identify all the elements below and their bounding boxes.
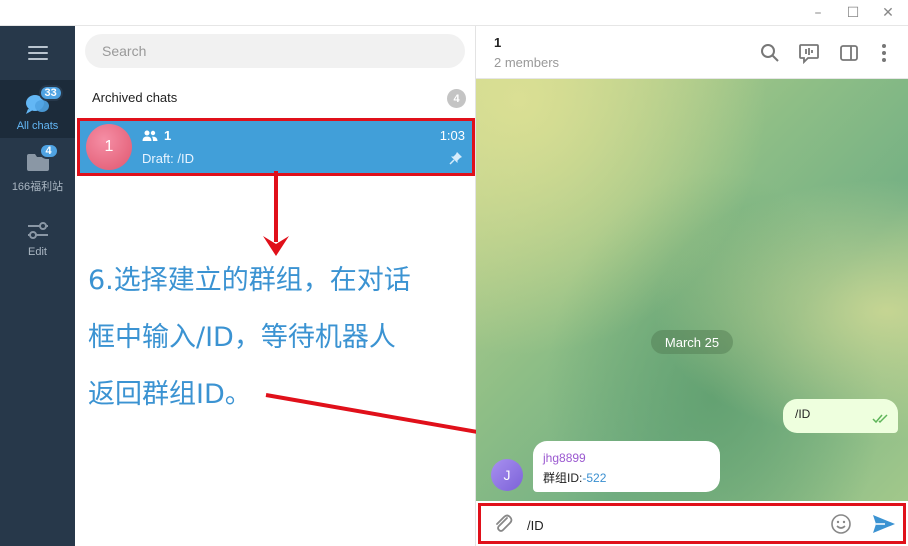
chat-time: 1:03	[439, 128, 465, 143]
window-titlebar: – ☐ ✕	[0, 0, 908, 26]
search-input[interactable]: Search	[85, 34, 465, 68]
double-check-icon	[872, 411, 890, 429]
annotation-line-1: 6.选择建立的群组，在对话	[88, 265, 411, 296]
conversation-title: 1	[494, 35, 502, 50]
attach-icon[interactable]	[491, 512, 515, 541]
folder-icon: 4	[25, 143, 59, 173]
archived-chats-row[interactable]: Archived chats 4	[75, 82, 476, 114]
archived-label: Archived chats	[92, 90, 178, 105]
minimize-button[interactable]: –	[803, 0, 833, 26]
folder-rail: 33 All chats 4 166福利站 Edit	[0, 26, 75, 546]
chat-draft-preview: Draft: /ID	[142, 151, 195, 166]
annotation-line-3: 返回群组ID。	[88, 379, 252, 410]
group-id-value: -522	[582, 471, 607, 485]
sliders-icon	[25, 219, 51, 241]
pin-icon	[449, 151, 463, 170]
sidebar-toggle-icon[interactable]	[838, 42, 860, 64]
date-separator: March 25	[651, 330, 733, 354]
more-options-icon[interactable]	[873, 42, 895, 64]
close-button[interactable]: ✕	[873, 0, 903, 26]
folder-label: Edit	[28, 246, 47, 258]
folder-label: All chats	[16, 120, 59, 132]
conversation-pane: 1 2 members March 25 /ID J jhg8899 群组ID:…	[476, 26, 908, 546]
member-count: 2 members	[494, 55, 560, 70]
archived-count-badge: 4	[447, 89, 466, 108]
maximize-button[interactable]: ☐	[838, 0, 868, 26]
incoming-message[interactable]: jhg8899 群组ID:-522	[533, 441, 720, 492]
outgoing-message[interactable]: /ID	[783, 399, 898, 433]
voice-chat-icon[interactable]	[798, 42, 820, 65]
folder-all-chats[interactable]: 33 All chats	[0, 80, 75, 138]
emoji-icon[interactable]	[829, 512, 853, 541]
group-icon	[142, 129, 158, 148]
folder-166[interactable]: 4 166福利站	[0, 142, 75, 200]
annotation-line-2: 框中输入/ID，等待机器人	[88, 322, 396, 353]
unread-badge: 33	[38, 85, 63, 101]
avatar: 1	[86, 124, 132, 170]
message-input[interactable]	[527, 516, 807, 534]
main-menu-button[interactable]	[0, 26, 75, 80]
chat-item-selected[interactable]: 1 1 1:03 Draft: /ID	[77, 118, 475, 176]
search-icon[interactable]	[759, 42, 781, 64]
chat-name: 1	[164, 128, 172, 143]
folder-edit[interactable]: Edit	[0, 206, 75, 264]
sender-name[interactable]: jhg8899	[543, 451, 586, 465]
hamburger-icon	[27, 46, 48, 60]
conversation-header[interactable]: 1 2 members	[476, 26, 908, 79]
message-text: /ID	[795, 407, 811, 421]
chats-icon: 33	[25, 85, 63, 115]
unread-badge: 4	[38, 143, 59, 159]
sender-avatar[interactable]: J	[491, 459, 523, 491]
message-text: 群组ID:-522	[543, 471, 607, 485]
folder-label: 166福利站	[11, 181, 64, 193]
send-icon[interactable]	[871, 512, 897, 541]
chat-background	[476, 79, 908, 501]
message-composer	[478, 503, 906, 544]
